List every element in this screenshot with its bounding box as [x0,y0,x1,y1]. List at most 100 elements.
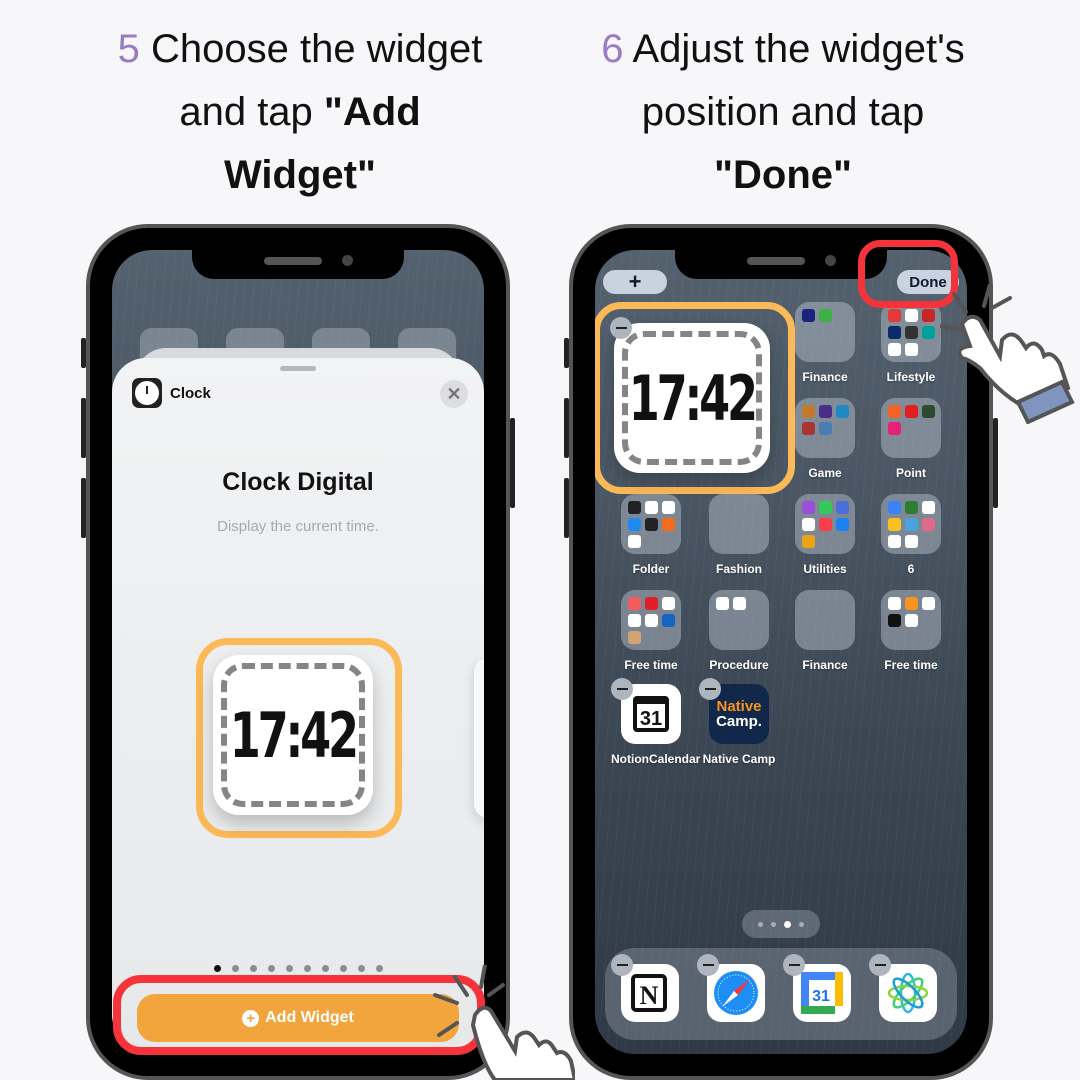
notion-icon: N [631,974,667,1012]
folder-icon [621,494,681,554]
side-button [81,478,86,538]
side-button [81,338,86,368]
notch [675,250,887,279]
page-dot[interactable] [321,965,329,972]
folder-item[interactable]: Fashion [699,494,779,576]
item-label: Native Camp [702,752,776,766]
folder-item[interactable]: Finance [785,302,865,384]
folder-item[interactable]: Game [785,398,865,480]
page-dot[interactable] [357,965,365,972]
item-label: 6 [907,562,915,576]
app-item[interactable]: 31 NotionCalendar [611,678,701,766]
page-dot[interactable] [285,965,293,972]
folder-item[interactable]: Free time [611,590,691,672]
add-widget-plus-button[interactable]: + [603,269,667,294]
widget-description: Display the current time. [217,518,379,535]
tap-hand-icon [940,284,1075,424]
item-label: Game [808,466,842,480]
page-dot[interactable] [267,965,275,972]
widget-time: 17:42 [229,698,359,772]
step-number: 5 [117,27,140,71]
folder-item[interactable]: Point [871,398,951,480]
folder-item[interactable]: Procedure [699,590,779,672]
page-indicator[interactable] [742,910,820,938]
app-name: Clock [170,384,211,402]
page-dot[interactable] [758,921,763,927]
home-screen: + Done 17:42 Finance Lifestyle Game Point Fo… [595,250,967,1054]
next-widget-preview[interactable] [474,658,484,818]
step-6-caption: 6 Adjust the widget's position and tap "… [601,27,965,197]
widget-highlight: 17:42 [595,302,795,494]
folder-item[interactable]: 6 [871,494,951,576]
tap-hand-icon [433,965,575,1080]
folder-item[interactable]: Free time [871,590,951,672]
notch [192,250,404,279]
phone-right: + Done 17:42 Finance Lifestyle Game Point Fo… [564,224,998,1080]
safari-compass-icon [714,971,758,1015]
folder-icon [881,590,941,650]
close-button[interactable]: ✕ [440,380,468,408]
page-dot[interactable] [303,965,311,972]
page-dot[interactable] [771,921,776,927]
page-dot[interactable] [784,920,791,928]
folder-icon [709,590,769,650]
phone-left: Clock ✕ Clock Digital Display the curren… [81,224,515,1080]
page-dot[interactable] [799,921,804,927]
item-label: Finance [802,658,848,672]
widget-highlight: 17:42 [196,638,402,838]
widget-title: Clock Digital [222,468,374,496]
widget-gallery-sheet: Clock ✕ Clock Digital Display the curren… [112,358,484,1054]
remove-app-button[interactable] [697,954,719,976]
folder-icon [795,302,855,362]
item-label: Free time [884,658,938,672]
folder-icon [621,590,681,650]
item-label: NotionCalendar [611,752,701,766]
page-dot[interactable] [339,965,347,972]
folder-icon [795,494,855,554]
item-label: Fashion [715,562,762,576]
remove-app-button[interactable] [611,678,633,700]
folder-item[interactable]: Finance [785,590,865,672]
step-number: 6 [601,27,624,71]
item-label: Folder [632,562,670,576]
folder-item[interactable]: Lifestyle [871,302,951,384]
svg-text:N: N [640,981,659,1010]
remove-app-button[interactable] [783,954,805,976]
folder-icon [881,494,941,554]
item-label: Lifestyle [886,370,936,384]
remove-app-button[interactable] [869,954,891,976]
remove-app-button[interactable] [699,678,721,700]
widget-time: 17:42 [628,361,758,435]
folder-icon [795,590,855,650]
item-label: Utilities [803,562,847,576]
page-dot[interactable] [213,965,221,972]
remove-app-button[interactable] [611,954,633,976]
item-label: Point [896,466,926,480]
clock-widget[interactable]: 17:42 [614,323,770,473]
folder-icon [881,302,941,362]
folder-icon [795,398,855,458]
page-dot[interactable] [375,965,383,972]
app-item[interactable]: Native Camp. Native Camp [699,678,779,766]
google-calendar-icon: 31 [801,972,843,1014]
dock: N 31 [605,948,957,1040]
side-button [510,418,515,508]
item-label: Finance [802,370,848,384]
folder-item[interactable]: Utilities [785,494,865,576]
folder-icon [709,494,769,554]
sheet-grabber[interactable] [280,366,316,371]
clock-widget-preview[interactable]: 17:42 [213,655,373,815]
folder-item[interactable]: Folder [611,494,691,576]
svg-text:31: 31 [812,988,830,1005]
clock-app-icon [132,378,162,408]
close-icon: ✕ [446,383,462,404]
folder-icon [881,398,941,458]
plus-icon: + [628,269,642,294]
step-5-caption: 5 Choose the widget and tap "Add Widget" [117,27,483,197]
star-burst-icon [887,972,929,1014]
remove-widget-button[interactable] [610,317,632,339]
side-button [81,398,86,458]
page-dot[interactable] [231,965,239,972]
item-label: Free time [624,658,678,672]
page-dot[interactable] [249,965,257,972]
